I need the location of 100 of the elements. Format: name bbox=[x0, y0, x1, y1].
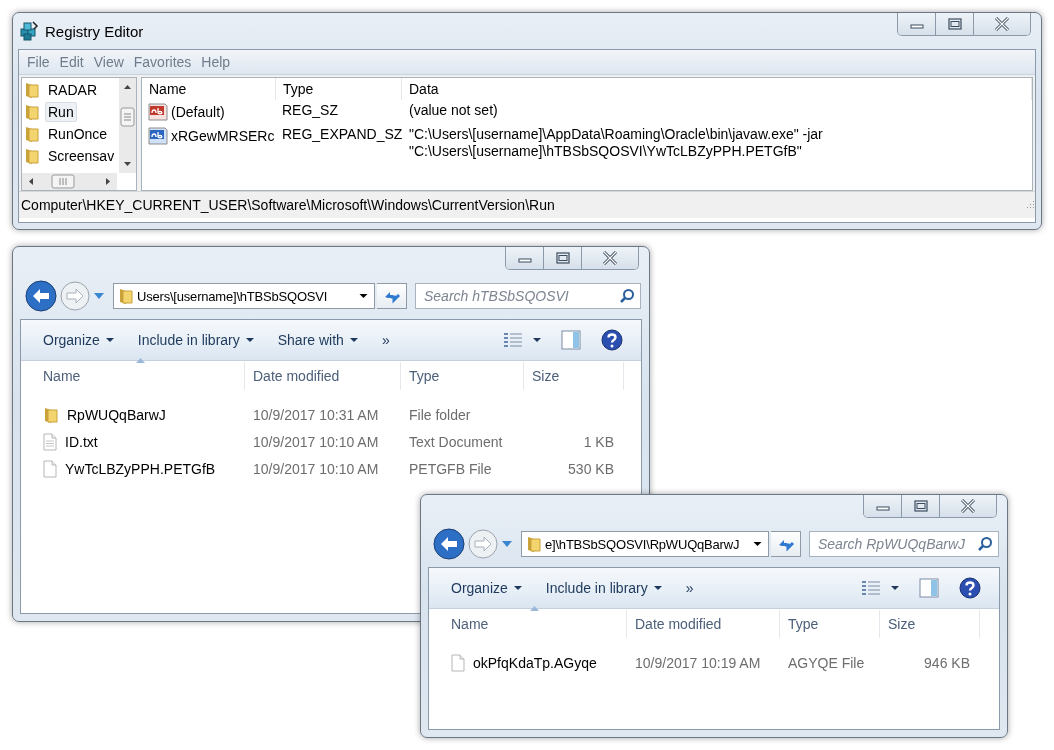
minimize-button[interactable] bbox=[506, 247, 544, 269]
tree-item[interactable]: Run bbox=[45, 102, 77, 122]
file-size: 946 KB bbox=[923, 654, 971, 671]
file-date: 10/9/2017 10:10 AM bbox=[252, 460, 380, 477]
file-date: 10/9/2017 10:19 AM bbox=[634, 654, 762, 671]
help-icon bbox=[959, 577, 981, 599]
column-header[interactable]: Type bbox=[276, 78, 402, 100]
caret-icon bbox=[93, 292, 105, 300]
file-type: PETGFB File bbox=[408, 460, 493, 477]
caret-icon bbox=[245, 338, 254, 342]
file-date: 10/9/2017 10:31 AM bbox=[252, 406, 380, 423]
help-button[interactable] bbox=[957, 575, 983, 601]
file-type: Text Document bbox=[408, 433, 504, 450]
value-data: "C:\Users\[username]\AppData\Roaming\Oracle\bin\javaw.exe" -jar "C:\Users\[username]\hTBSbSQOSVI\YwTcLBZyPPH.PETGfB" bbox=[408, 125, 824, 161]
folder-icon bbox=[43, 405, 59, 424]
toolbar-menu-button[interactable]: Share with bbox=[265, 328, 370, 352]
minimize-button[interactable] bbox=[864, 495, 902, 517]
menu-item[interactable]: View bbox=[88, 54, 129, 70]
text-file-icon bbox=[43, 432, 57, 451]
address-bar[interactable]: e]\hTBSbSQOSVI\RpWUQqBarwJ bbox=[521, 531, 769, 557]
preview-pane-button[interactable] bbox=[559, 328, 583, 352]
address-bar[interactable]: Users\[username]\hTBSbSQOSVI bbox=[113, 283, 375, 309]
column-header[interactable]: Size bbox=[524, 362, 624, 390]
close-button[interactable] bbox=[974, 13, 1030, 35]
maximize-button[interactable] bbox=[936, 13, 974, 35]
preview-pane-button[interactable] bbox=[917, 576, 941, 600]
toolbar-menu-button[interactable]: Organize bbox=[439, 576, 534, 600]
file-icon bbox=[451, 653, 465, 672]
address-path: e]\hTBSbSQOSVI\RpWUQqBarwJ bbox=[545, 536, 741, 552]
folder-icon bbox=[24, 81, 40, 99]
horizontal-scrollbar[interactable] bbox=[22, 173, 117, 190]
back-button[interactable] bbox=[433, 528, 465, 560]
file-name[interactable]: YwTcLBZyPPH.PETGfB bbox=[65, 460, 216, 477]
close-icon bbox=[602, 251, 618, 265]
vertical-scrollbar[interactable] bbox=[119, 78, 136, 173]
value-type: REG_EXPAND_SZ bbox=[281, 125, 402, 144]
menu-item[interactable]: Help bbox=[196, 54, 236, 70]
string-value-icon bbox=[148, 102, 168, 122]
column-header[interactable]: Data bbox=[402, 78, 1032, 100]
tree-item[interactable]: RADAR bbox=[45, 80, 100, 100]
close-icon bbox=[960, 499, 976, 513]
close-icon bbox=[994, 17, 1010, 31]
details-view-icon bbox=[503, 332, 523, 348]
file-name[interactable]: RpWUQqBarwJ bbox=[67, 406, 166, 423]
caret-icon bbox=[359, 293, 368, 299]
more-commands-button[interactable]: » bbox=[369, 328, 402, 352]
search-icon[interactable] bbox=[977, 536, 993, 552]
preview-pane-icon bbox=[919, 578, 939, 598]
view-options-button[interactable] bbox=[501, 330, 543, 350]
back-button[interactable] bbox=[25, 280, 57, 312]
help-button[interactable] bbox=[599, 327, 625, 353]
folder-icon bbox=[24, 125, 40, 143]
close-button[interactable] bbox=[940, 495, 996, 517]
toolbar-menu-button[interactable]: Include in library bbox=[125, 328, 266, 352]
caret-icon bbox=[105, 338, 114, 342]
file-type: AGYQE File bbox=[787, 654, 866, 671]
file-name[interactable]: ID.txt bbox=[65, 433, 98, 450]
column-header[interactable]: Type bbox=[780, 610, 880, 638]
search-icon[interactable] bbox=[619, 288, 635, 304]
toolbar-menu-button[interactable]: Organize bbox=[31, 328, 126, 352]
search-field[interactable]: Search RpWUQqBarwJ bbox=[809, 531, 999, 557]
maximize-button[interactable] bbox=[544, 247, 582, 269]
column-header[interactable]: Date modified bbox=[627, 610, 780, 638]
expandable-value-icon bbox=[148, 126, 168, 146]
more-commands-button[interactable]: » bbox=[673, 576, 706, 600]
refresh-button[interactable] bbox=[771, 531, 801, 557]
column-header[interactable]: Date modified bbox=[245, 362, 401, 390]
menu-item[interactable]: File bbox=[22, 54, 55, 70]
caret-icon bbox=[349, 338, 358, 342]
file-size: 530 KB bbox=[567, 460, 615, 477]
tree-item[interactable]: Screensav bbox=[45, 146, 118, 166]
maximize-button[interactable] bbox=[902, 495, 940, 517]
folder-icon bbox=[118, 287, 134, 305]
value-data: (value not set) bbox=[408, 101, 499, 120]
caret-icon bbox=[753, 541, 762, 547]
column-header[interactable]: Type bbox=[401, 362, 524, 390]
file-icon bbox=[43, 459, 57, 478]
column-header[interactable]: Size bbox=[880, 610, 980, 638]
file-size: 1 KB bbox=[582, 433, 615, 450]
close-button[interactable] bbox=[582, 247, 638, 269]
tree-item[interactable]: RunOnce bbox=[45, 124, 111, 144]
minimize-button[interactable] bbox=[898, 13, 936, 35]
caret-icon bbox=[501, 540, 513, 548]
caret-icon bbox=[533, 338, 541, 342]
preview-pane-icon bbox=[561, 330, 581, 350]
value-type: REG_SZ bbox=[281, 101, 339, 120]
menu-item[interactable]: Edit bbox=[54, 54, 89, 70]
maximize-icon bbox=[555, 252, 570, 264]
column-header[interactable]: Name bbox=[142, 78, 276, 100]
menu-item[interactable]: Favorites bbox=[128, 54, 197, 70]
maximize-icon bbox=[913, 500, 928, 512]
file-date: 10/9/2017 10:10 AM bbox=[252, 433, 380, 450]
caret-icon bbox=[891, 586, 899, 590]
toolbar-menu-button[interactable]: Include in library bbox=[533, 576, 674, 600]
search-field[interactable]: Search hTBSbSQOSVI bbox=[415, 283, 641, 309]
folder-icon bbox=[24, 103, 40, 121]
file-type: File folder bbox=[408, 406, 472, 423]
view-options-button[interactable] bbox=[859, 578, 901, 598]
refresh-button[interactable] bbox=[377, 283, 407, 309]
file-name[interactable]: okPfqKdaTp.AGyqe bbox=[473, 654, 597, 671]
